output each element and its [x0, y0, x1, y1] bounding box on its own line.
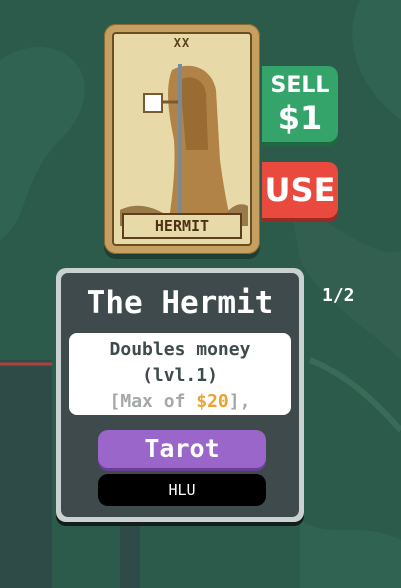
use-button[interactable]: USE	[262, 162, 338, 218]
desc-max-suffix: ],	[228, 391, 251, 412]
desc-line-2: [Max of $20],	[69, 389, 291, 415]
desc-max-prefix: [Max of	[109, 391, 197, 412]
modifier-tag: HLU	[98, 474, 266, 506]
desc-line-1: Doubles money (lvl.1)	[109, 339, 251, 386]
desc-max-value: $20	[196, 391, 229, 412]
page-counter: 1/2	[322, 285, 355, 306]
card-face: XX HERMIT	[112, 32, 252, 246]
sell-price: $1	[277, 99, 323, 137]
hermit-illustration-icon	[120, 50, 248, 226]
card-numeral: XX	[173, 36, 191, 50]
tarot-card-hermit[interactable]: XX HERMIT	[104, 24, 260, 254]
category-tag: Tarot	[98, 430, 266, 468]
card-info-inner: The Hermit Doubles money (lvl.1) [Max of…	[61, 273, 299, 517]
card-info-panel: The Hermit Doubles money (lvl.1) [Max of…	[56, 268, 304, 522]
sell-button[interactable]: SELL $1	[262, 66, 338, 142]
card-banner: HERMIT	[122, 213, 242, 239]
card-description: Doubles money (lvl.1) [Max of $20], incr…	[69, 333, 291, 438]
sell-label: SELL	[270, 73, 330, 98]
card-title: The Hermit	[86, 285, 274, 321]
